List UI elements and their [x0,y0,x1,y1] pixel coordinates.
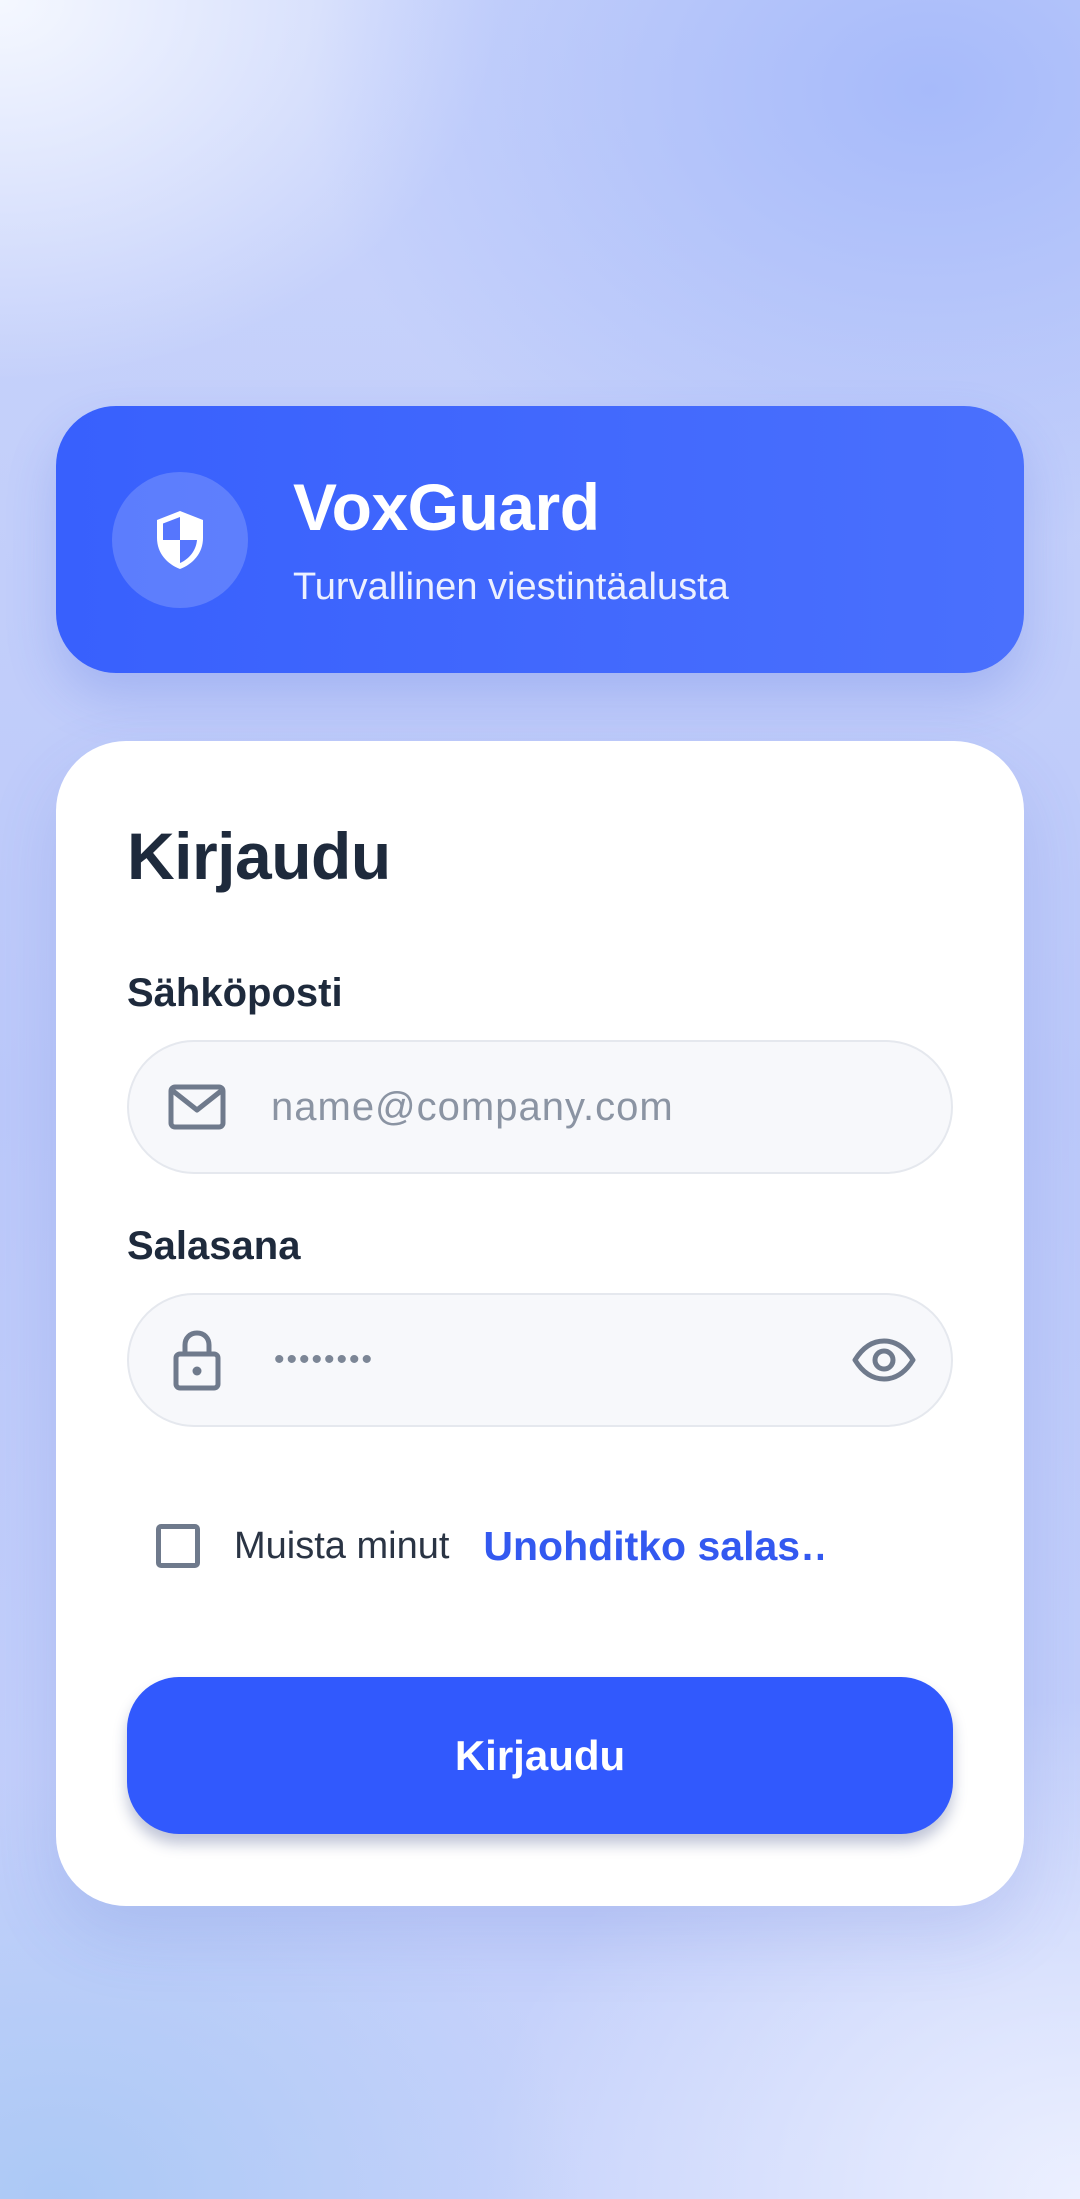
login-card: Kirjaudu Sähköposti Salasana •••••••• [56,741,1024,1906]
brand-logo [112,471,248,608]
forgot-password-link[interactable]: Unohditko salas… [483,1523,823,1570]
app-name: VoxGuard [293,469,600,544]
password-field[interactable]: •••••••• [127,1293,953,1427]
app-tagline: Turvallinen viestintäalusta [293,565,729,608]
remember-me-label[interactable]: Muista minut [234,1525,449,1568]
login-options: Muista minut Unohditko salas… [156,1516,936,1576]
lock-icon [165,1328,229,1392]
login-title: Kirjaudu [127,819,391,893]
login-button[interactable]: Kirjaudu [127,1677,953,1834]
password-input[interactable]: •••••••• [274,1345,374,1375]
shield-icon [152,508,208,572]
remember-me-checkbox[interactable] [156,1524,200,1568]
eye-icon[interactable] [851,1327,917,1393]
password-label: Salasana [127,1224,301,1268]
email-input[interactable] [271,1042,831,1172]
mail-icon [165,1075,229,1139]
email-field[interactable] [127,1040,953,1174]
brand-header: VoxGuard Turvallinen viestintäalusta [56,406,1024,673]
email-label: Sähköposti [127,971,343,1015]
